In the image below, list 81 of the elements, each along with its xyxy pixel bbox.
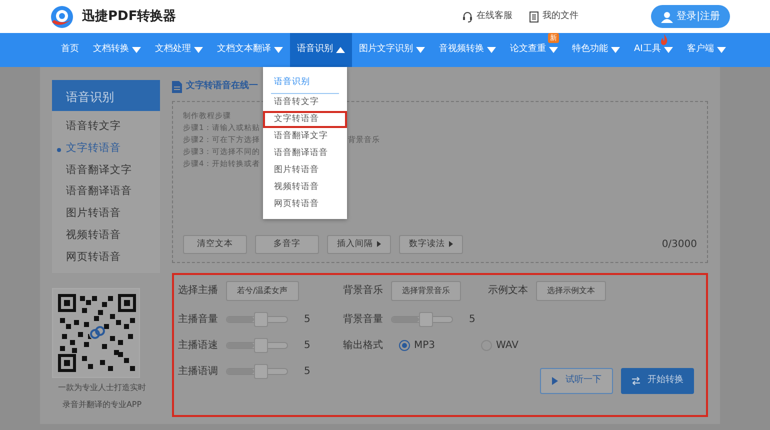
menu-item[interactable]: 视频转语音: [263, 178, 347, 196]
slider-thumb[interactable]: [254, 364, 268, 378]
user-icon: [660, 10, 673, 22]
tool-button[interactable]: 数字读法: [399, 234, 463, 254]
select-button[interactable]: 若兮/温柔女声: [226, 280, 299, 300]
page-title: 文字转语音在线一: [186, 80, 258, 93]
nav-item[interactable]: 客户端: [680, 33, 733, 67]
preview-button[interactable]: 试听一下: [540, 368, 613, 394]
caret-icon: [664, 47, 673, 53]
sidebar-item[interactable]: 网页转语音: [52, 246, 160, 268]
caret-icon: [487, 47, 496, 53]
flame-icon: [660, 34, 668, 45]
caret-icon: [274, 47, 283, 53]
slider-thumb[interactable]: [419, 312, 433, 326]
caret-icon: [549, 47, 558, 53]
caret-icon: [336, 47, 345, 53]
menu-item[interactable]: 语音翻译文字: [263, 128, 347, 145]
menu-heading: 语音识别: [271, 73, 339, 94]
caret-icon: [194, 47, 203, 53]
radio-option[interactable]: WAV: [481, 338, 518, 352]
menu-item[interactable]: 图片转语音: [263, 162, 347, 179]
header-link[interactable]: 在线客服: [462, 10, 513, 24]
field-label: 主播语调: [178, 364, 218, 378]
menu-item[interactable]: 语音翻译语音: [263, 144, 347, 162]
field-label: 示例文本: [488, 284, 528, 298]
sidebar-item[interactable]: 文字转语音: [52, 138, 160, 160]
nav-item[interactable]: 首页: [54, 33, 86, 67]
nav-item[interactable]: 特色功能: [565, 33, 627, 67]
slider-value: 5: [304, 338, 310, 352]
tool-button[interactable]: 多音字: [255, 234, 319, 254]
field-label: 背景音乐: [343, 284, 383, 298]
menu-item[interactable]: 文字转语音: [263, 110, 347, 128]
convert-button[interactable]: 开始转换: [621, 368, 694, 394]
qr-caption: 一款为专业人士打造实时: [57, 382, 147, 394]
play-icon: [377, 241, 381, 248]
logo-text: 迅捷PDF转换器: [82, 8, 176, 26]
slider-thumb[interactable]: [254, 312, 268, 326]
header-link[interactable]: 我的文件: [528, 10, 579, 24]
field-label: 背景音量: [343, 312, 383, 326]
sidebar-item[interactable]: 语音翻译语音: [52, 181, 160, 203]
file-icon: [528, 10, 539, 22]
document-icon: [172, 80, 182, 93]
slider-value: 5: [469, 312, 476, 326]
tool-button[interactable]: 插入间隔: [327, 234, 391, 254]
nav-item[interactable]: 文档处理: [148, 33, 210, 67]
caret-icon: [416, 47, 425, 53]
character-count: 0/3000: [662, 238, 697, 252]
slider-value: 5: [304, 364, 310, 378]
sidebar-item[interactable]: 语音翻译文字: [52, 160, 160, 182]
login-button[interactable]: 登录|注册: [650, 5, 730, 28]
field-label: 选择主播: [178, 284, 218, 298]
nav-item[interactable]: 音视频转换: [432, 33, 503, 67]
qr-caption: 录音并翻译的专业APP: [61, 399, 143, 412]
select-button[interactable]: 选择示例文本: [536, 280, 606, 300]
sidebar-title: 语音识别: [52, 80, 160, 111]
slider-thumb[interactable]: [254, 338, 268, 352]
logo-icon: [50, 4, 74, 28]
nav-item[interactable]: AI工具: [627, 33, 680, 67]
caret-icon: [716, 47, 726, 53]
nav-item[interactable]: 图片文字识别: [352, 33, 432, 67]
select-button[interactable]: 选择背景音乐: [391, 280, 461, 300]
caret-icon: [132, 47, 141, 53]
field-label: 主播语速: [178, 338, 218, 352]
field-label: 输出格式: [343, 338, 383, 352]
sidebar-item[interactable]: 视频转语音: [52, 224, 160, 246]
nav-item[interactable]: 语音识别: [290, 33, 352, 67]
radio-button[interactable]: [399, 340, 410, 350]
field-label: 主播音量: [178, 312, 218, 326]
play-icon: [552, 376, 558, 384]
caret-icon: [611, 47, 620, 53]
sidebar-item[interactable]: 语音转文字: [52, 116, 160, 138]
tool-button[interactable]: 清空文本: [183, 234, 247, 254]
headset-icon: [462, 10, 473, 22]
sidebar-item[interactable]: 图片转语音: [52, 203, 160, 225]
slider-value: 5: [304, 312, 310, 326]
radio-option[interactable]: MP3: [399, 338, 436, 352]
nav-item[interactable]: 文档文本翻译: [210, 33, 290, 67]
swap-icon: [632, 376, 640, 384]
menu-item[interactable]: 网页转语音: [263, 196, 347, 213]
play-icon: [449, 241, 453, 248]
nav-item[interactable]: 文档转换: [86, 33, 148, 67]
